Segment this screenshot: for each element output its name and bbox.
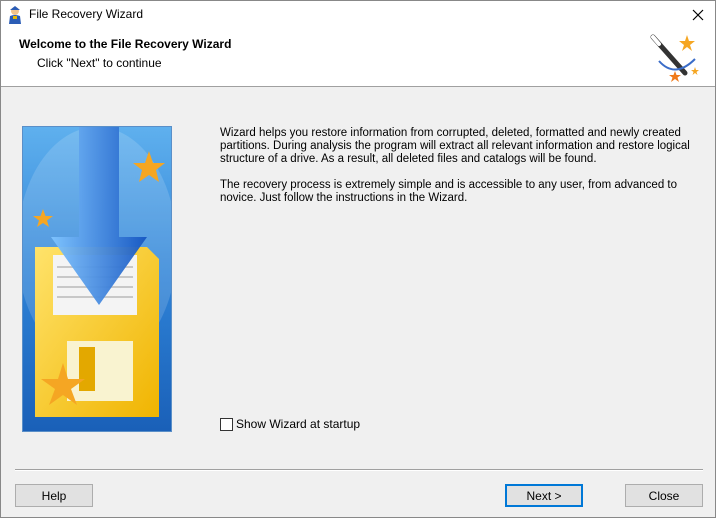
close-button[interactable]: Close — [625, 484, 703, 507]
description-paragraph-1: Wizard helps you restore information fro… — [220, 127, 690, 165]
close-icon[interactable] — [681, 1, 715, 29]
next-button[interactable]: Next > — [505, 484, 583, 507]
show-wizard-label: Show Wizard at startup — [236, 417, 361, 431]
wizard-person-icon — [7, 6, 23, 24]
show-wizard-checkbox[interactable] — [220, 417, 233, 431]
window-title: File Recovery Wizard — [29, 7, 144, 21]
file-recovery-wizard-window: File Recovery Wizard Welcome to the File… — [0, 0, 716, 518]
header-subtitle: Click "Next" to continue — [37, 56, 162, 70]
wizard-header: Welcome to the File Recovery Wizard Clic… — [1, 29, 715, 87]
description-paragraph-2: The recovery process is extremely simple… — [220, 179, 678, 204]
wizard-description: Wizard helps you restore information fro… — [220, 127, 700, 218]
title-bar[interactable]: File Recovery Wizard — [1, 1, 715, 29]
wizard-illustration — [17, 126, 177, 432]
show-wizard-at-startup[interactable]: Show Wizard at startup — [220, 417, 360, 431]
magic-wand-icon — [645, 31, 701, 85]
header-title: Welcome to the File Recovery Wizard — [19, 37, 232, 51]
footer-divider — [15, 469, 703, 471]
help-button[interactable]: Help — [15, 484, 93, 507]
